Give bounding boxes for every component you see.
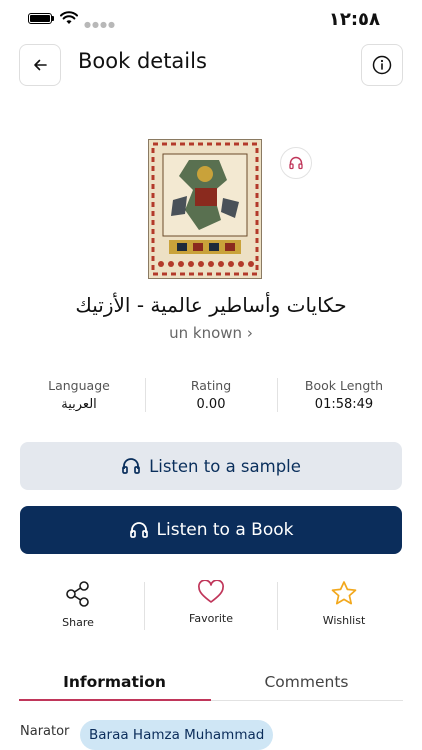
- headphones-icon: [122, 458, 140, 474]
- tab-information[interactable]: Information: [19, 673, 210, 691]
- status-bar: ●●●● ١٢:٥٨: [0, 0, 422, 40]
- tab-comments[interactable]: Comments: [211, 673, 402, 691]
- wishlist-button[interactable]: Wishlist: [284, 580, 404, 627]
- active-tab-indicator: [19, 699, 211, 701]
- clock: ١٢:٥٨: [328, 9, 380, 30]
- listen-sample-button[interactable]: Listen to a sample: [20, 442, 402, 490]
- stat-value: العربية: [61, 397, 97, 412]
- info-icon: [372, 55, 392, 75]
- stat-label: Book Length: [304, 378, 384, 393]
- stat-length: Book Length 01:58:49: [284, 378, 404, 412]
- listen-sample-label: Listen to a sample: [149, 456, 301, 476]
- star-icon: [331, 581, 357, 605]
- tab-divider: [211, 700, 403, 701]
- audio-badge: [280, 147, 312, 179]
- narrator-label: Narator: [20, 724, 70, 739]
- arrow-left-icon: [34, 59, 47, 71]
- book-title: حكايات وأساطير عالمية - الأزتيك: [75, 293, 347, 317]
- signal-icon: ●●●●: [84, 20, 116, 29]
- divider: [277, 378, 278, 412]
- wifi-icon: [60, 11, 78, 24]
- chevron-right-icon: ›: [246, 324, 253, 342]
- stat-label: Language: [48, 378, 110, 393]
- divider: [277, 582, 278, 630]
- favorite-button[interactable]: Favorite: [151, 579, 271, 625]
- heart-icon: [198, 579, 224, 603]
- share-button[interactable]: Share: [18, 580, 138, 629]
- listen-book-label: Listen to a Book: [156, 520, 294, 540]
- divider: [145, 378, 146, 412]
- headphones-icon: [289, 156, 303, 170]
- headphones-icon: [129, 522, 148, 538]
- battery-icon: [28, 13, 52, 24]
- wishlist-label: Wishlist: [322, 614, 366, 627]
- favorite-label: Favorite: [189, 612, 233, 625]
- stat-language: Language العربية: [19, 378, 139, 412]
- divider: [144, 582, 145, 630]
- stat-rating: Rating 0.00: [151, 378, 271, 412]
- book-cover[interactable]: [148, 139, 262, 279]
- author-link[interactable]: un known ›: [0, 324, 422, 342]
- share-label: Share: [62, 616, 94, 629]
- battery-tip: [52, 16, 54, 21]
- stat-value: 01:58:49: [314, 397, 374, 412]
- share-icon: [66, 581, 89, 607]
- stat-label: Rating: [190, 378, 232, 393]
- info-button[interactable]: [361, 44, 403, 86]
- narrator-chip[interactable]: Baraa Hamza Muhammad: [80, 720, 274, 750]
- book-cover-art: [149, 140, 261, 278]
- listen-book-button[interactable]: Listen to a Book: [20, 506, 402, 554]
- page-title: Book details: [78, 49, 207, 73]
- author-name: un known: [169, 324, 243, 342]
- back-button[interactable]: [19, 44, 61, 86]
- stat-value: 0.00: [196, 397, 226, 412]
